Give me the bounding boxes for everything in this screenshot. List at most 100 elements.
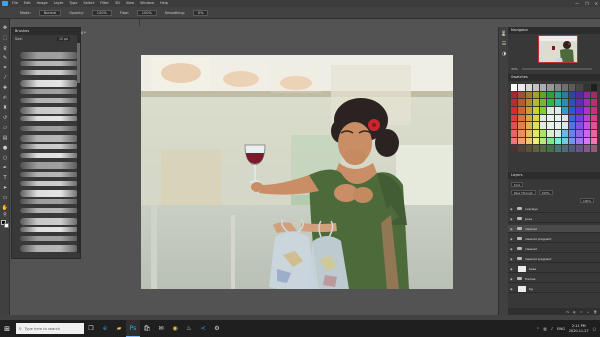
color-swatch[interactable]: [554, 145, 561, 152]
restore-icon[interactable]: ❐: [585, 0, 589, 7]
color-swatch[interactable]: [547, 145, 554, 152]
color-swatch[interactable]: [561, 84, 568, 91]
color-swatch[interactable]: [590, 129, 597, 137]
layer-kind-filter[interactable]: Kind: [511, 181, 524, 187]
scrollbar-thumb[interactable]: [77, 43, 80, 83]
color-swatch[interactable]: [583, 84, 590, 91]
color-swatch[interactable]: [554, 84, 561, 91]
language-indicator[interactable]: ENG: [557, 327, 565, 331]
color-swatch[interactable]: [583, 145, 590, 152]
navigator-thumbnail[interactable]: [538, 35, 578, 63]
color-swatch[interactable]: [532, 99, 539, 106]
brush-preset[interactable]: [20, 245, 78, 253]
brush-preset[interactable]: [20, 79, 78, 87]
shape-tool-icon[interactable]: ▭: [2, 195, 8, 201]
color-swatch[interactable]: [540, 145, 547, 152]
color-swatch[interactable]: [590, 84, 597, 91]
color-swatch[interactable]: [590, 91, 597, 99]
color-swatch[interactable]: [518, 91, 525, 99]
adjustment-layer-icon[interactable]: ◐: [573, 310, 576, 314]
color-swatch[interactable]: [547, 114, 554, 122]
layer-row[interactable]: ◉ cleaned: [508, 245, 600, 253]
color-swatch[interactable]: [554, 129, 561, 137]
color-swatch[interactable]: [554, 137, 561, 145]
layer-row[interactable]: ◉ cleaned pregnant: [508, 255, 600, 263]
layer-visibility-icon[interactable]: ◉: [510, 287, 514, 291]
brush-preset[interactable]: [20, 107, 78, 115]
layer-opacity-field[interactable]: 100%: [538, 189, 553, 195]
steam-icon[interactable]: ♨: [182, 320, 196, 337]
layer-visibility-icon[interactable]: ◉: [510, 277, 514, 281]
color-swatch[interactable]: [569, 137, 576, 145]
brush-preset[interactable]: [20, 162, 78, 170]
color-swatch[interactable]: [540, 99, 547, 106]
brush-preset[interactable]: [20, 236, 78, 241]
brush-preset[interactable]: [20, 125, 78, 131]
taskbar-search-input[interactable]: ⚲ Type here to search: [16, 323, 84, 334]
color-swatch[interactable]: [511, 122, 518, 129]
color-swatch[interactable]: [518, 99, 525, 106]
edge-icon[interactable]: e: [98, 320, 112, 337]
flow-field[interactable]: 100%: [136, 9, 157, 16]
notifications-icon[interactable]: ▢: [593, 327, 596, 331]
hand-tool-icon[interactable]: ✋: [2, 205, 8, 211]
color-swatch[interactable]: [511, 99, 518, 106]
brush-preset[interactable]: [20, 171, 78, 177]
color-swatch[interactable]: [576, 84, 583, 91]
dodge-tool-icon[interactable]: ○: [2, 155, 8, 161]
color-swatch[interactable]: [590, 145, 597, 152]
brush-preset[interactable]: [20, 144, 78, 149]
background-color-swatch[interactable]: [4, 223, 9, 228]
color-swatch[interactable]: [511, 129, 518, 137]
color-swatch[interactable]: [532, 84, 539, 91]
new-layer-icon[interactable]: +: [587, 310, 590, 314]
color-swatch[interactable]: [569, 99, 576, 106]
layer-row[interactable]: ◉ cleaned: [508, 225, 600, 233]
healing-tool-icon[interactable]: ✚: [2, 85, 8, 91]
menu-image[interactable]: Image: [37, 0, 48, 7]
color-swatch[interactable]: [576, 145, 583, 152]
color-swatch[interactable]: [532, 91, 539, 99]
layer-visibility-icon[interactable]: ◉: [510, 247, 514, 251]
color-swatch[interactable]: [576, 106, 583, 114]
navigator-zoom-slider[interactable]: [522, 68, 592, 70]
type-tool-icon[interactable]: T: [2, 175, 8, 181]
brush-preset[interactable]: [20, 98, 78, 103]
color-swatch[interactable]: [554, 91, 561, 99]
color-swatch[interactable]: [547, 99, 554, 106]
color-swatch[interactable]: [525, 114, 532, 122]
brush-preset[interactable]: [20, 153, 78, 159]
color-swatch[interactable]: [561, 145, 568, 152]
pen-tool-icon[interactable]: ✒: [2, 165, 8, 171]
color-swatch[interactable]: [583, 114, 590, 122]
color-swatch[interactable]: [569, 84, 576, 91]
color-swatch[interactable]: [590, 114, 597, 122]
lasso-tool-icon[interactable]: ϱ: [2, 45, 8, 51]
color-swatch[interactable]: [583, 106, 590, 114]
color-swatch[interactable]: [576, 137, 583, 145]
color-swatch[interactable]: [547, 137, 554, 145]
new-group-icon[interactable]: ▭: [580, 310, 583, 314]
delete-layer-icon[interactable]: 🗑: [593, 310, 597, 314]
task-view-icon[interactable]: ❐: [84, 320, 98, 337]
color-swatch[interactable]: [561, 129, 568, 137]
document-tab[interactable]: CH48B MARIA.psd @ 50% (cleaned, RGB/8) *: [10, 19, 140, 35]
color-swatch[interactable]: [518, 137, 525, 145]
gradient-tool-icon[interactable]: ▤: [2, 135, 8, 141]
color-swatch[interactable]: [511, 145, 518, 152]
eraser-tool-icon[interactable]: ▱: [2, 125, 8, 131]
menu-layer[interactable]: Layer: [54, 0, 64, 7]
color-swatch[interactable]: [576, 91, 583, 99]
menu-view[interactable]: View: [126, 0, 134, 7]
color-swatch[interactable]: [569, 145, 576, 152]
menu-type[interactable]: Type: [69, 0, 77, 7]
color-swatch[interactable]: [554, 99, 561, 106]
color-swatch[interactable]: [554, 122, 561, 129]
color-swatch[interactable]: [518, 106, 525, 114]
color-swatch[interactable]: [590, 106, 597, 114]
color-swatch[interactable]: [525, 84, 532, 91]
layer-row[interactable]: ◉ frames: [508, 275, 600, 283]
color-swatch[interactable]: [547, 91, 554, 99]
brush-preset[interactable]: [20, 199, 78, 205]
adjustments-panel-icon[interactable]: ◑: [501, 51, 507, 57]
